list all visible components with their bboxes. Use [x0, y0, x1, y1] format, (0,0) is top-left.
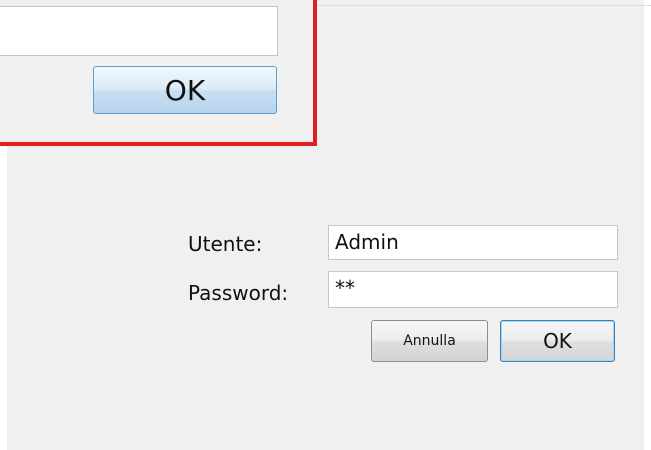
highlighted-dialog: OK: [0, 0, 317, 146]
dialog-ok-button[interactable]: OK: [93, 66, 277, 114]
dialog-text-input[interactable]: [0, 6, 278, 56]
password-field[interactable]: **: [328, 271, 618, 308]
right-edge: [644, 0, 651, 450]
user-label: Utente:: [188, 232, 263, 256]
screen: OK Utente: Admin Password: ** Annulla OK: [0, 0, 651, 450]
password-label: Password:: [188, 281, 289, 305]
user-field[interactable]: Admin: [328, 225, 618, 260]
cancel-button[interactable]: Annulla: [371, 320, 488, 362]
ok-button[interactable]: OK: [500, 320, 615, 362]
